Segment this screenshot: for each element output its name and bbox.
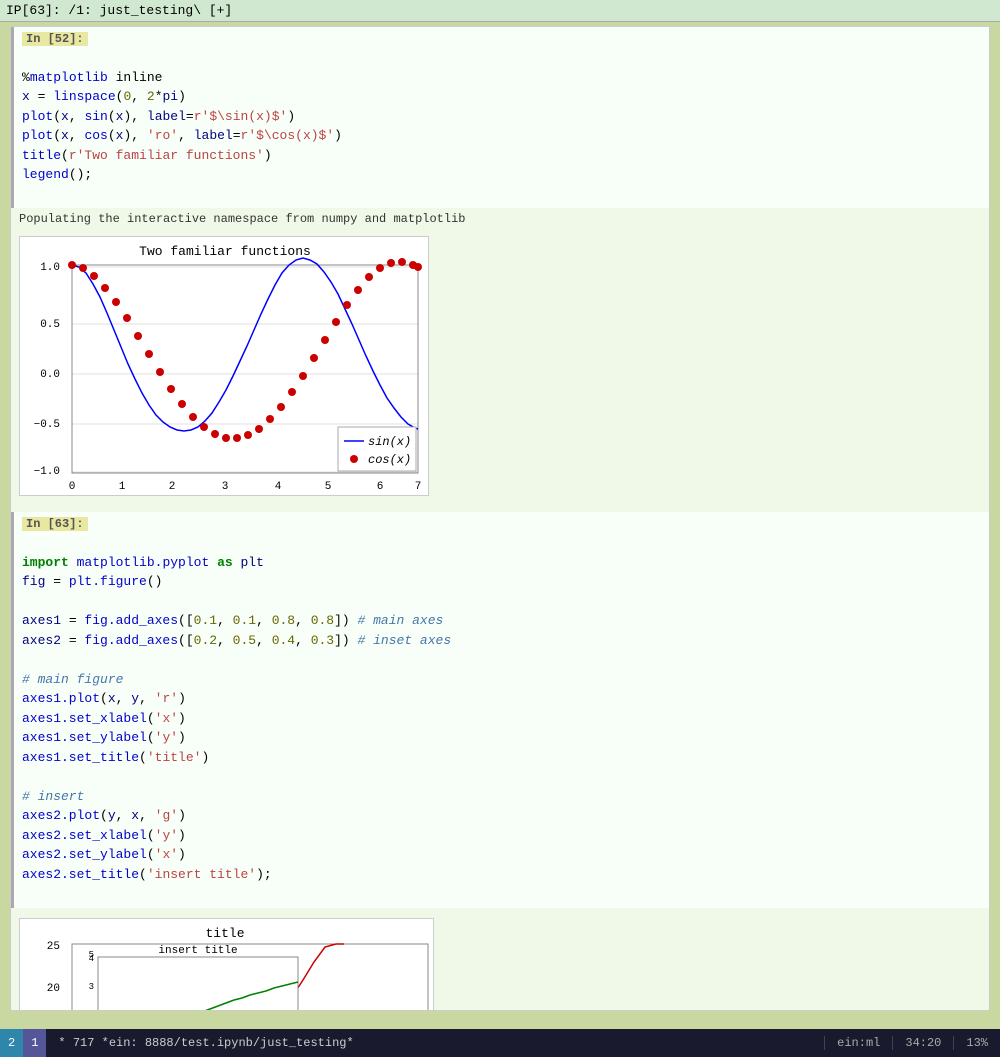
status-mode: ein:ml [824, 1036, 892, 1050]
cell-63-code[interactable]: import matplotlib.pyplot as plt fig = pl… [22, 533, 981, 904]
status-linenum: 717 [73, 1036, 95, 1050]
svg-text:25: 25 [47, 941, 60, 953]
status-file: * 717 *ein: 8888/test.ipynb/just_testing… [46, 1036, 365, 1050]
plot1-svg: Two familiar functions 1.0 0.5 0.0 −0.5 … [19, 236, 429, 496]
cell-63-label: In [63]: [22, 517, 88, 531]
status-num2: 1 [23, 1029, 46, 1057]
svg-text:7: 7 [415, 481, 422, 493]
plot2-main-title: title [205, 926, 244, 941]
cell-52-output: Populating the interactive namespace fro… [11, 208, 989, 512]
notebook[interactable]: In [52]: %matplotlib inline x = linspace… [10, 26, 990, 1011]
title-text: IP[63]: /1: just_testing\ [+] [6, 3, 232, 18]
svg-text:−1.0: −1.0 [34, 466, 60, 478]
svg-text:2: 2 [169, 481, 176, 493]
sin-curve [72, 258, 418, 431]
cell-52-output-text: Populating the interactive namespace fro… [19, 210, 981, 228]
svg-text:5: 5 [89, 950, 94, 960]
plot1-title: Two familiar functions [139, 244, 311, 259]
svg-text:0.5: 0.5 [40, 319, 60, 331]
cell-52-code[interactable]: %matplotlib inline x = linspace(0, 2*pi)… [22, 48, 981, 204]
svg-text:3: 3 [89, 982, 94, 992]
status-filename: *ein: 8888/test.ipynb/just_testing* [102, 1036, 354, 1050]
status-num1: 2 [0, 1029, 23, 1057]
status-percent: 13% [953, 1036, 1000, 1050]
plot2-container: title 0 5 10 15 20 25 y 0 1 2 3 4 5 x [19, 918, 981, 1012]
status-indicator: * [58, 1036, 65, 1050]
title-bar: IP[63]: /1: just_testing\ [+] [0, 0, 1000, 22]
svg-text:3: 3 [222, 481, 229, 493]
cell-52-label: In [52]: [22, 32, 88, 46]
cell-63: In [63]: import matplotlib.pyplot as plt… [11, 512, 989, 908]
svg-text:−0.5: −0.5 [34, 419, 60, 431]
svg-text:4: 4 [275, 481, 282, 493]
svg-text:5: 5 [325, 481, 332, 493]
cell-63-output: title 0 5 10 15 20 25 y 0 1 2 3 4 5 x [11, 908, 989, 1012]
status-bar: 2 1 * 717 *ein: 8888/test.ipynb/just_tes… [0, 1029, 1000, 1057]
svg-text:insert title: insert title [158, 945, 237, 957]
svg-text:1: 1 [119, 481, 126, 493]
svg-text:sin(x): sin(x) [368, 435, 411, 449]
svg-text:cos(x): cos(x) [368, 453, 411, 467]
plot1-container: Two familiar functions 1.0 0.5 0.0 −0.5 … [19, 236, 981, 500]
svg-text:1.0: 1.0 [40, 262, 60, 274]
svg-text:0: 0 [69, 481, 76, 493]
svg-text:20: 20 [47, 983, 60, 995]
cell-52: In [52]: %matplotlib inline x = linspace… [11, 27, 989, 208]
plot2-svg: title 0 5 10 15 20 25 y 0 1 2 3 4 5 x [19, 918, 434, 1012]
status-position: 34:20 [892, 1036, 953, 1050]
svg-text:6: 6 [377, 481, 384, 493]
svg-text:0.0: 0.0 [40, 369, 60, 381]
